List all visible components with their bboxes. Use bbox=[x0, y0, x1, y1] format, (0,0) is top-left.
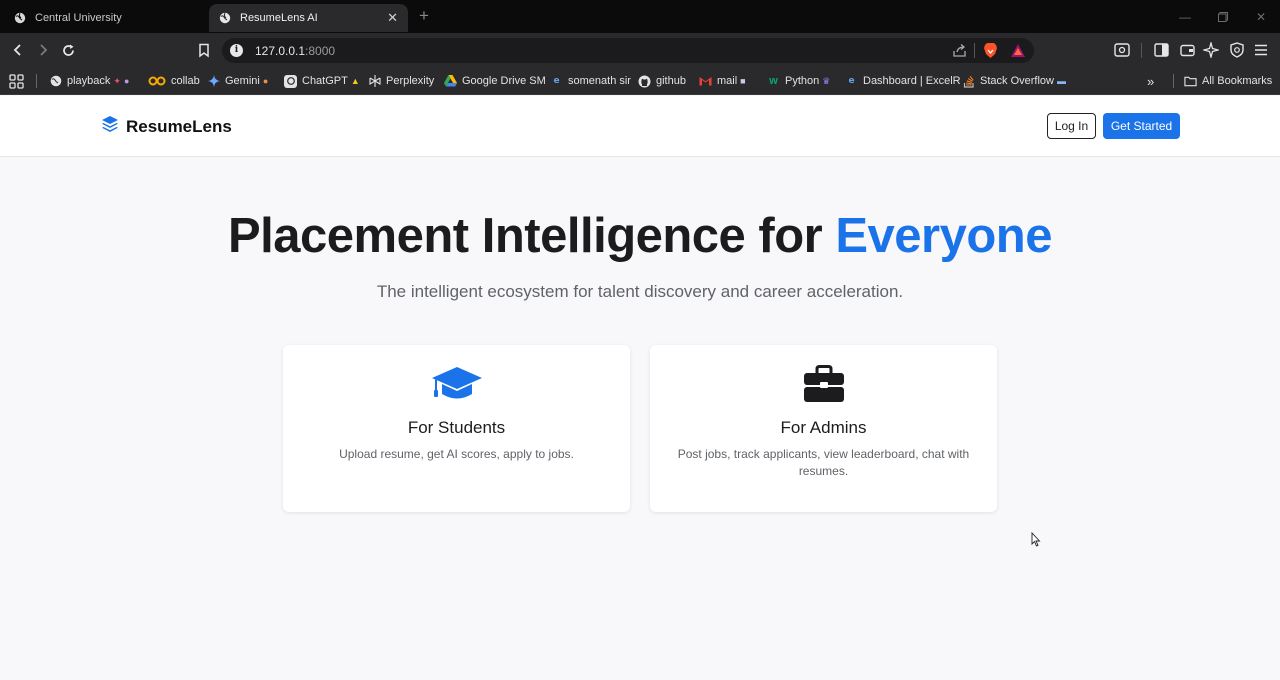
tab-title: Central University bbox=[35, 12, 122, 24]
bookmark-item[interactable]: e Dashboard | ExcelR bbox=[845, 72, 960, 90]
browser-tab-strip: Central University ResumeLens AI ✕ + — ✕ bbox=[0, 0, 1280, 33]
brand-logo[interactable]: ResumeLens bbox=[101, 115, 232, 138]
folder-icon bbox=[1184, 75, 1197, 88]
hero-title: Placement Intelligence for Everyone bbox=[228, 209, 1052, 263]
admins-card[interactable]: For Admins Post jobs, track applicants, … bbox=[650, 345, 997, 512]
site-info-icon[interactable]: i bbox=[230, 44, 243, 57]
card-description: Upload resume, get AI scores, apply to j… bbox=[339, 447, 574, 461]
globe-icon bbox=[14, 12, 26, 24]
browser-tab[interactable]: Central University bbox=[4, 4, 204, 32]
bookmarks-bar: playback ✦ ● collab Gemini ● ChatGPT ▲ Perpl… bbox=[0, 67, 1280, 95]
bookmark-item[interactable]: github bbox=[638, 72, 686, 90]
divider bbox=[1173, 74, 1174, 88]
url-text: 127.0.0.1:8000 bbox=[255, 44, 336, 58]
mouse-cursor-icon bbox=[1031, 531, 1041, 552]
login-button[interactable]: Log In bbox=[1047, 113, 1096, 139]
divider bbox=[974, 43, 975, 58]
edge-icon: e bbox=[848, 76, 855, 86]
minimize-icon[interactable]: — bbox=[1166, 0, 1204, 33]
new-tab-icon[interactable]: + bbox=[419, 6, 429, 26]
card-title: For Admins bbox=[780, 418, 867, 437]
apps-icon[interactable] bbox=[9, 72, 24, 90]
tab-title: ResumeLens AI bbox=[240, 12, 318, 24]
forward-icon[interactable] bbox=[33, 40, 53, 60]
close-window-icon[interactable]: ✕ bbox=[1242, 0, 1280, 33]
bookmark-item[interactable]: w Python ♛ bbox=[767, 72, 830, 90]
window-controls: — ✕ bbox=[1166, 0, 1280, 33]
google-drive-icon bbox=[444, 75, 457, 88]
card-title: For Students bbox=[407, 418, 506, 437]
browser-toolbar: i 127.0.0.1:8000 bbox=[0, 33, 1280, 67]
bookmark-item[interactable]: collab bbox=[148, 72, 200, 90]
all-bookmarks[interactable]: All Bookmarks bbox=[1184, 72, 1272, 90]
globe-icon bbox=[219, 12, 231, 24]
brave-rewards-icon[interactable] bbox=[1010, 43, 1026, 63]
github-icon bbox=[638, 75, 651, 88]
sidebar-icon[interactable] bbox=[1153, 42, 1169, 58]
colab-icon bbox=[148, 75, 166, 88]
brand-name: ResumeLens bbox=[126, 116, 232, 136]
maximize-icon[interactable] bbox=[1204, 0, 1242, 33]
bookmark-item[interactable]: Google Drive SM bbox=[444, 72, 546, 90]
site-header: ResumeLens Log In Get Started bbox=[0, 96, 1280, 157]
gmail-icon bbox=[699, 75, 712, 88]
page-viewport: ResumeLens Log In Get Started Placement … bbox=[0, 96, 1280, 680]
vpn-shield-icon[interactable] bbox=[1229, 42, 1245, 58]
layers-icon bbox=[101, 115, 119, 138]
address-bar[interactable]: i 127.0.0.1:8000 bbox=[222, 38, 1034, 63]
share-icon[interactable] bbox=[952, 43, 967, 63]
get-started-button[interactable]: Get Started bbox=[1103, 113, 1180, 139]
browser-tab-active[interactable]: ResumeLens AI ✕ bbox=[209, 4, 408, 32]
back-icon[interactable] bbox=[8, 40, 28, 60]
briefcase-icon bbox=[650, 365, 997, 403]
gemini-icon bbox=[207, 75, 220, 88]
leo-ai-icon[interactable] bbox=[1203, 42, 1219, 58]
w3schools-icon: w bbox=[769, 75, 778, 87]
more-bookmarks-icon[interactable]: » bbox=[1147, 72, 1154, 90]
students-card[interactable]: For Students Upload resume, get AI score… bbox=[283, 345, 630, 512]
menu-icon[interactable] bbox=[1253, 42, 1269, 58]
bookmark-item[interactable]: playback ✦ ● bbox=[49, 72, 129, 90]
bookmark-page-icon[interactable] bbox=[194, 40, 214, 60]
wallet-icon[interactable] bbox=[1179, 42, 1195, 58]
perplexity-icon bbox=[368, 75, 381, 88]
bookmark-item[interactable]: Perplexity bbox=[368, 72, 434, 90]
graduation-cap-icon bbox=[283, 365, 630, 405]
hero-title-accent: Everyone bbox=[835, 209, 1052, 263]
bookmark-item[interactable]: ChatGPT ▲ bbox=[284, 72, 360, 90]
stackoverflow-icon bbox=[962, 75, 975, 88]
bookmark-item[interactable]: Gemini ● bbox=[207, 72, 268, 90]
divider bbox=[36, 74, 37, 88]
bookmark-item[interactable]: e somenath sir bbox=[550, 72, 631, 90]
brave-shields-icon[interactable] bbox=[983, 42, 998, 59]
bookmark-item[interactable]: Stack Overflow ▬ bbox=[962, 72, 1066, 90]
hero-subtitle: The intelligent ecosystem for talent dis… bbox=[376, 282, 904, 301]
globe-icon bbox=[49, 75, 62, 88]
reload-icon[interactable] bbox=[58, 40, 78, 60]
edge-icon: e bbox=[553, 76, 560, 86]
chatgpt-icon bbox=[284, 74, 297, 88]
screenshot-icon[interactable] bbox=[1114, 42, 1130, 58]
close-tab-icon[interactable]: ✕ bbox=[387, 10, 398, 26]
card-description: Post jobs, track applicants, view leader… bbox=[677, 447, 970, 478]
divider bbox=[1141, 43, 1142, 58]
bookmark-item[interactable]: mail ■ bbox=[699, 72, 746, 90]
